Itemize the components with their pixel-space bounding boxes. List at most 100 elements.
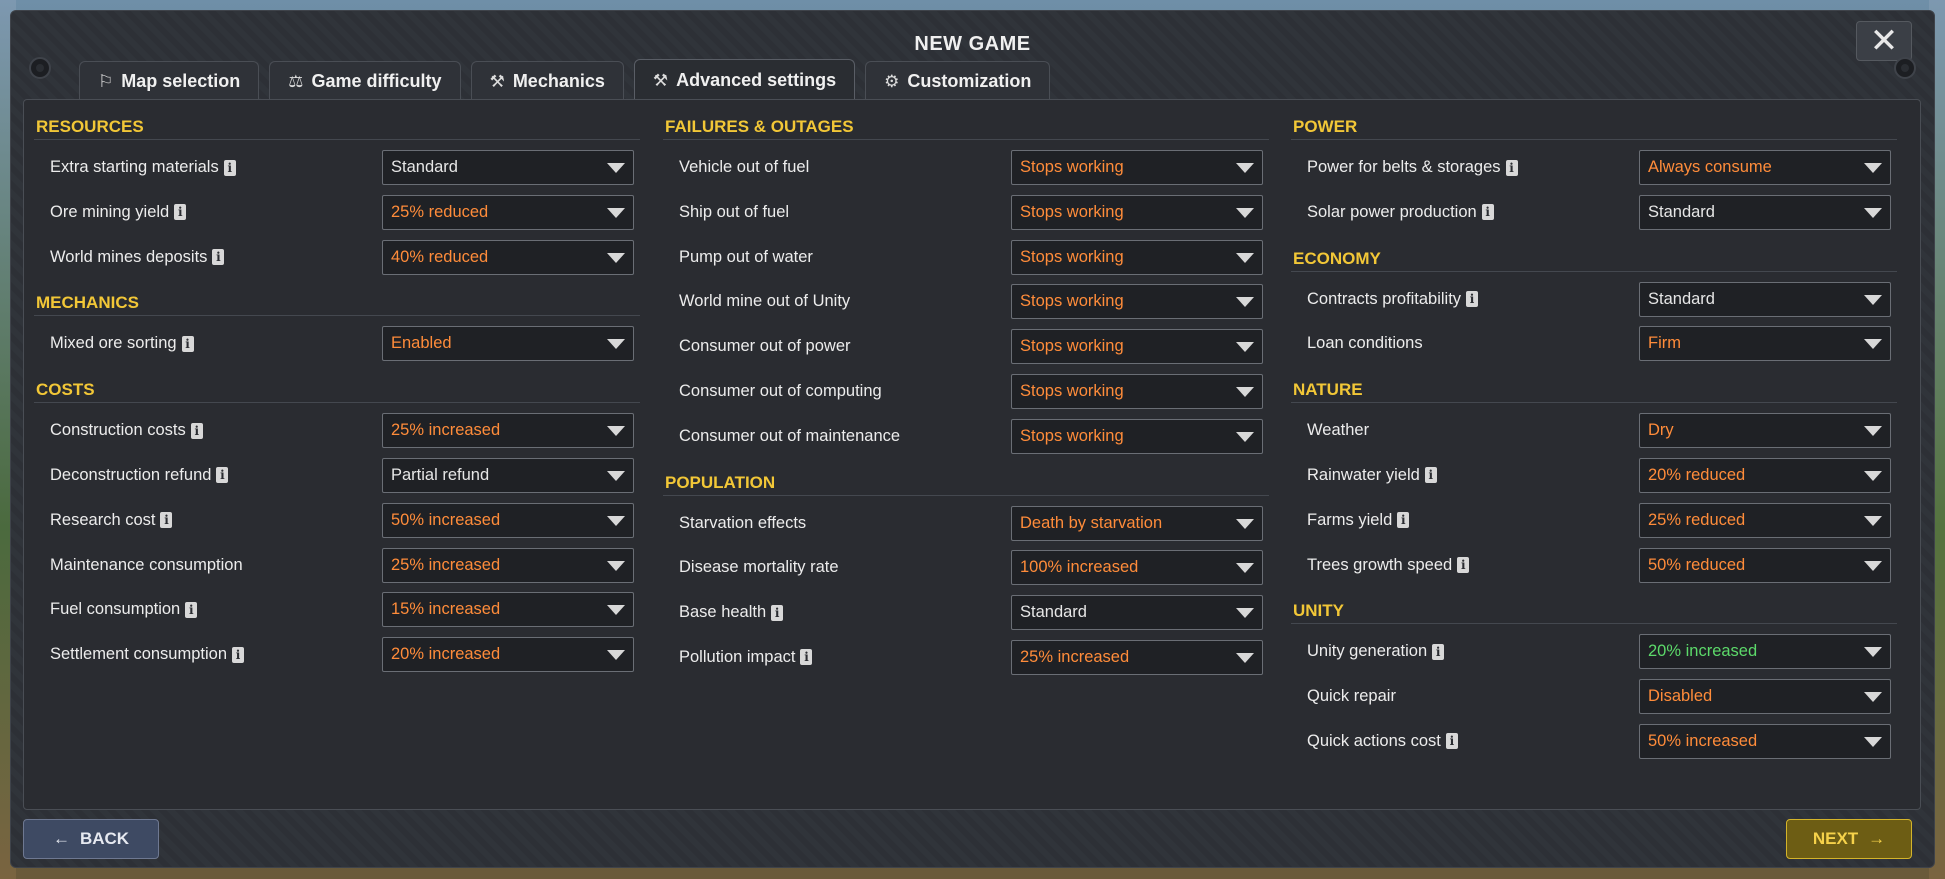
setting-label-wrapper: Settlement consumption i xyxy=(50,645,245,664)
dropdown-value: 40% reduced xyxy=(391,247,489,266)
setting-row-pollution-impact: Pollution impact i 25% increased xyxy=(663,636,1269,681)
info-icon[interactable]: i xyxy=(1505,159,1518,176)
setting-row-disease-mortality-rate: Disease mortality rate 100% increased xyxy=(663,546,1269,591)
dropdown-trees-growth-speed[interactable]: 50% reduced xyxy=(1639,547,1891,583)
dropdown-ship-out-of-fuel[interactable]: Stops working xyxy=(1011,194,1263,230)
tab-advanced-settings[interactable]: ⚒ Advanced settings xyxy=(633,59,856,101)
tab-map-selection[interactable]: ⚐ Map selection xyxy=(79,61,260,101)
dropdown-quick-actions-cost[interactable]: 50% increased xyxy=(1639,723,1891,759)
dropdown-pump-out-of-water[interactable]: Stops working xyxy=(1011,239,1263,275)
dropdown-value: 50% reduced xyxy=(1648,555,1746,574)
close-button[interactable]: ✕ xyxy=(1856,21,1912,61)
info-icon[interactable]: i xyxy=(190,422,203,439)
dropdown-fuel-consumption[interactable]: 15% increased xyxy=(382,592,634,628)
info-icon[interactable]: i xyxy=(1445,733,1458,750)
dropdown-value: 25% increased xyxy=(391,421,501,440)
setting-label: Consumer out of computing xyxy=(679,381,882,400)
setting-row-extra-starting-materials: Extra starting materials i Standard xyxy=(34,146,640,191)
back-button[interactable]: ← BACK xyxy=(23,819,159,859)
dropdown-settlement-consumption[interactable]: 20% increased xyxy=(382,637,634,673)
info-icon[interactable]: i xyxy=(1457,557,1470,574)
setting-row-rainwater-yield: Rainwater yield i 20% reduced xyxy=(1291,454,1897,499)
dropdown-research-cost[interactable]: 50% increased xyxy=(382,502,634,538)
dropdown-power-for-belts-and-storages[interactable]: Always consume xyxy=(1639,150,1891,185)
setting-label-wrapper: Power for belts & storages i xyxy=(1307,158,1518,177)
section-title-unity: UNITY xyxy=(1291,598,1897,625)
dropdown-consumer-out-of-maintenance[interactable]: Stops working xyxy=(1011,418,1263,454)
chevron-down-icon xyxy=(607,339,625,350)
dropdown-contracts-profitability[interactable]: Standard xyxy=(1639,281,1891,317)
dropdown-loan-conditions[interactable]: Firm xyxy=(1639,326,1891,362)
dropdown-rainwater-yield[interactable]: 20% reduced xyxy=(1639,457,1891,493)
info-icon[interactable]: i xyxy=(800,649,813,666)
setting-label-wrapper: Consumer out of maintenance xyxy=(679,427,900,446)
section-title-nature: NATURE xyxy=(1291,377,1897,404)
tab-mechanics[interactable]: ⚒ Mechanics xyxy=(470,61,624,101)
dropdown-pollution-impact[interactable]: 25% increased xyxy=(1011,639,1263,675)
info-icon[interactable]: i xyxy=(1481,204,1494,221)
bolt-left-decoration xyxy=(29,57,51,79)
setting-label: Contracts profitability xyxy=(1307,289,1462,308)
tab-customization[interactable]: ⚙ Customization xyxy=(865,61,1051,101)
dropdown-weather[interactable]: Dry xyxy=(1639,413,1891,449)
info-icon[interactable]: i xyxy=(232,646,245,663)
dropdown-unity-generation[interactable]: 20% increased xyxy=(1639,634,1891,670)
dropdown-ore-mining-yield[interactable]: 25% reduced xyxy=(382,194,634,230)
settings-column-3: POWER Power for belts & storages i Always c… xyxy=(1291,114,1897,765)
info-icon[interactable]: i xyxy=(212,249,225,266)
dropdown-world-mines-deposits[interactable]: 40% reduced xyxy=(382,239,634,275)
dropdown-value: Enabled xyxy=(391,334,452,353)
chevron-down-icon xyxy=(1236,608,1254,619)
dropdown-starvation-effects[interactable]: Death by starvation xyxy=(1011,505,1263,541)
chevron-down-icon xyxy=(1864,339,1882,350)
dropdown-value: Standard xyxy=(391,158,458,176)
info-icon[interactable]: i xyxy=(223,159,236,176)
info-icon[interactable]: i xyxy=(174,204,187,221)
setting-label-wrapper: Mixed ore sorting i xyxy=(50,334,194,353)
dropdown-world-mine-out-of-unity[interactable]: Stops working xyxy=(1011,284,1263,320)
setting-label: Research cost xyxy=(50,510,156,529)
dropdown-extra-starting-materials[interactable]: Standard xyxy=(382,150,634,185)
dropdown-vehicle-out-of-fuel[interactable]: Stops working xyxy=(1011,150,1263,185)
dropdown-mixed-ore-sorting[interactable]: Enabled xyxy=(382,326,634,362)
info-icon[interactable]: i xyxy=(181,335,194,352)
dropdown-maintenance-consumption[interactable]: 25% increased xyxy=(382,547,634,583)
setting-row-solar-power-production: Solar power production i Standard xyxy=(1291,191,1897,236)
setting-label: Trees growth speed xyxy=(1307,555,1453,574)
info-icon[interactable]: i xyxy=(1397,512,1410,529)
dropdown-value: 15% increased xyxy=(391,600,501,619)
dropdown-consumer-out-of-computing[interactable]: Stops working xyxy=(1011,373,1263,409)
setting-row-loan-conditions: Loan conditions Firm xyxy=(1291,322,1897,367)
dropdown-base-health[interactable]: Standard xyxy=(1011,595,1263,631)
chevron-down-icon xyxy=(1864,426,1882,437)
setting-label-wrapper: Quick repair xyxy=(1307,687,1396,706)
setting-row-research-cost: Research cost i 50% increased xyxy=(34,499,640,544)
setting-row-construction-costs: Construction costs i 25% increased xyxy=(34,409,640,454)
info-icon[interactable]: i xyxy=(1432,643,1445,660)
tab-game-difficulty[interactable]: ⚖ Game difficulty xyxy=(269,61,461,101)
dropdown-deconstruction-refund[interactable]: Partial refund xyxy=(382,457,634,493)
setting-label-wrapper: Fuel consumption i xyxy=(50,600,198,619)
dropdown-solar-power-production[interactable]: Standard xyxy=(1639,194,1891,230)
dropdown-consumer-out-of-power[interactable]: Stops working xyxy=(1011,329,1263,365)
dropdown-quick-repair[interactable]: Disabled xyxy=(1639,679,1891,715)
info-icon[interactable]: i xyxy=(160,512,173,529)
info-icon[interactable]: i xyxy=(1424,467,1437,484)
next-button[interactable]: NEXT → xyxy=(1786,819,1912,859)
dropdown-value: 20% increased xyxy=(391,645,501,664)
settings-panel: RESOURCES Extra starting materials i Standa… xyxy=(23,99,1921,810)
info-icon[interactable]: i xyxy=(185,601,198,618)
dropdown-value: 25% reduced xyxy=(1648,510,1746,529)
dropdown-disease-mortality-rate[interactable]: 100% increased xyxy=(1011,550,1263,586)
info-icon[interactable]: i xyxy=(1466,291,1479,308)
chevron-down-icon xyxy=(1864,647,1882,658)
info-icon[interactable]: i xyxy=(216,467,229,484)
info-icon[interactable]: i xyxy=(771,604,784,621)
chevron-down-icon xyxy=(1236,342,1254,353)
arrow-left-icon: ← xyxy=(52,829,70,848)
dropdown-construction-costs[interactable]: 25% increased xyxy=(382,413,634,449)
chevron-down-icon xyxy=(1864,294,1882,305)
dropdown-farms-yield[interactable]: 25% reduced xyxy=(1639,502,1891,538)
